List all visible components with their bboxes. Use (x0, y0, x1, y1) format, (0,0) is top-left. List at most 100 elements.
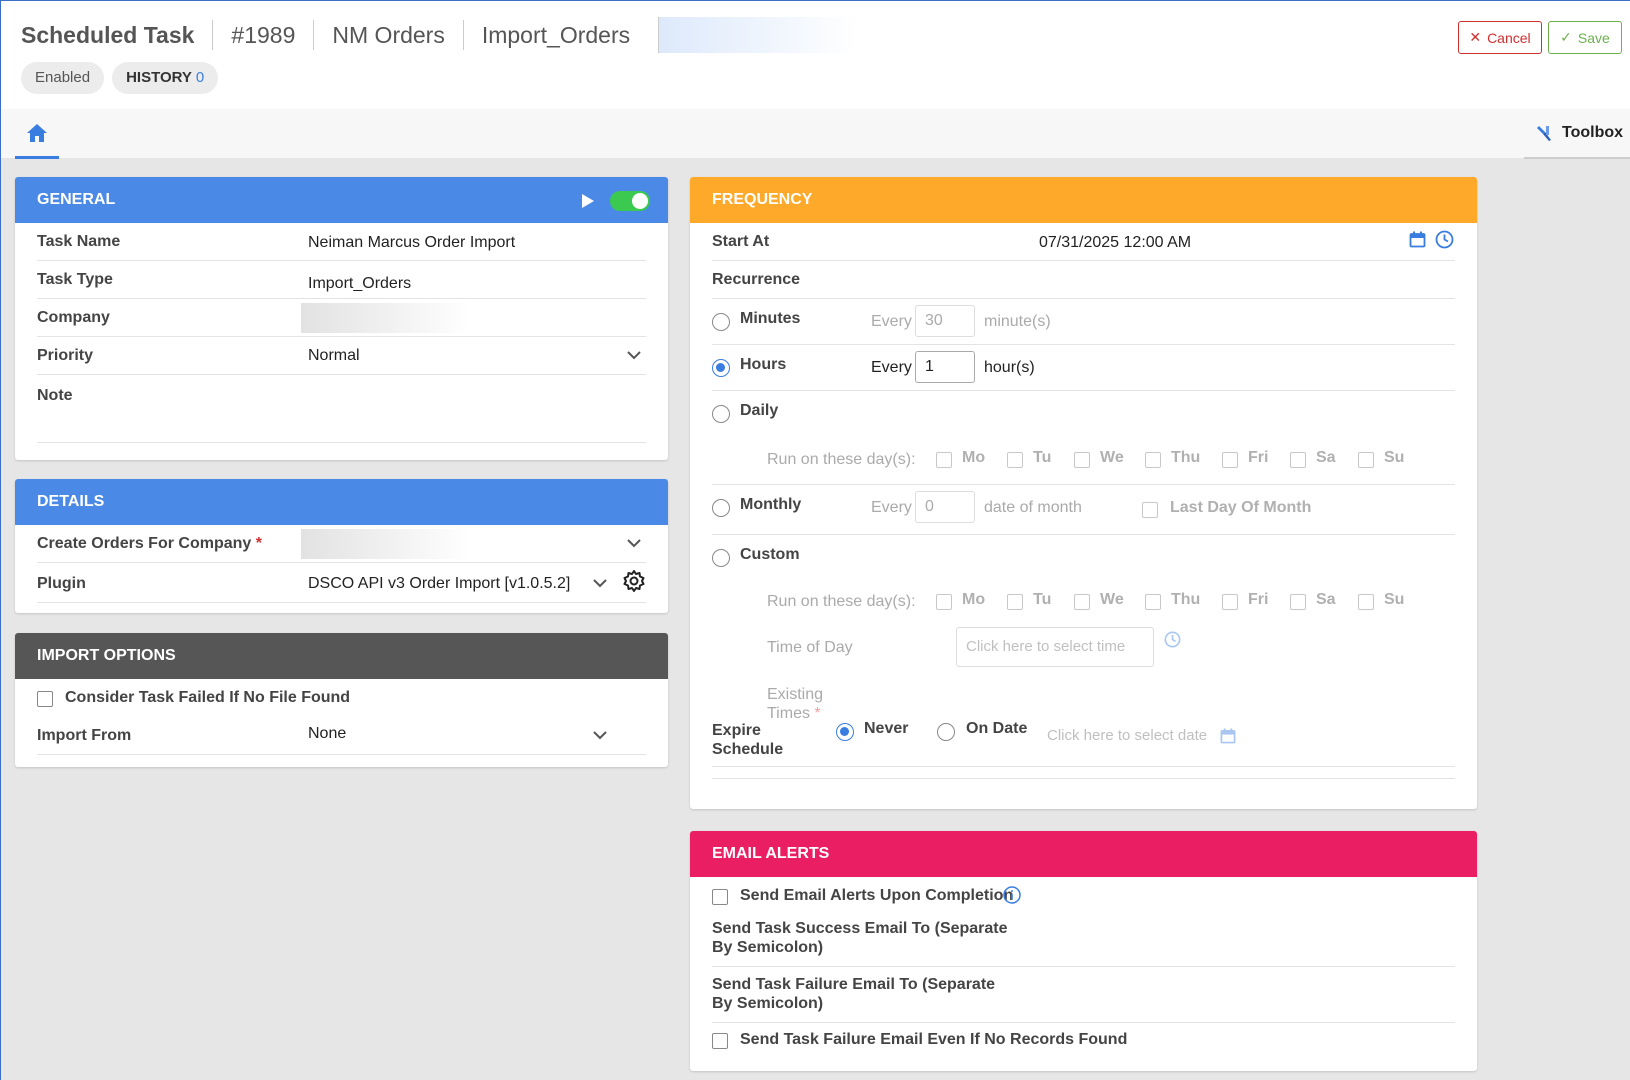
daily-day-checkbox-mo[interactable] (936, 452, 952, 468)
close-icon: ✕ (1469, 29, 1482, 45)
monthly-date-input[interactable]: 0 (915, 491, 975, 523)
custom-run-days-label: Run on these day(s): (767, 593, 916, 610)
custom-day-checkbox-mo[interactable] (936, 594, 952, 610)
time-of-day-input[interactable]: Click here to select time (956, 627, 1154, 667)
failure-even-if-none-label: Send Task Failure Email Even If No Recor… (740, 1031, 1128, 1048)
minutes-row: Minutes Every 30 minute(s) (712, 299, 1455, 345)
failure-email-label: Send Task Failure Email To (Separate By … (712, 976, 996, 1012)
custom-day-label-fri: Fri (1248, 591, 1269, 608)
minutes-interval-input[interactable]: 30 (915, 305, 975, 337)
play-icon[interactable] (581, 193, 595, 209)
frequency-title: FREQUENCY (712, 191, 813, 208)
time-of-day-label: Time of Day (767, 639, 853, 656)
expire-label: Expire Schedule (712, 722, 784, 758)
daily-day-checkbox-fri[interactable] (1222, 452, 1238, 468)
expire-date-input[interactable]: Click here to select date (1047, 727, 1207, 744)
toolbox-label: Toolbox (1562, 124, 1624, 141)
start-at-label: Start At (712, 233, 770, 250)
import-from-select[interactable]: None (308, 725, 346, 743)
minutes-label: Minutes (740, 310, 801, 327)
page-title: Scheduled Task (21, 21, 195, 48)
calendar-icon[interactable] (1409, 231, 1426, 248)
minutes-radio[interactable] (712, 313, 730, 331)
priority-label: Priority (37, 347, 94, 364)
custom-day-checkbox-tu[interactable] (1007, 594, 1023, 610)
custom-day-checkbox-sa[interactable] (1290, 594, 1306, 610)
hours-interval-input[interactable]: 1 (915, 351, 975, 383)
tab-bar: Toolbox (1, 109, 1630, 159)
task-name-label: Task Name (37, 233, 121, 250)
last-day-label: Last Day Of Month (1170, 499, 1312, 516)
send-on-completion-checkbox[interactable] (712, 889, 728, 905)
redacted-breadcrumb (658, 17, 859, 53)
daily-day-checkbox-tu[interactable] (1007, 452, 1023, 468)
chevron-down-icon[interactable] (593, 579, 607, 588)
expire-never-radio[interactable] (836, 723, 854, 741)
start-at-input[interactable]: 07/31/2025 12:00 AM (1039, 234, 1191, 252)
company-value-redacted (301, 303, 471, 333)
tab-home[interactable] (15, 109, 59, 159)
note-label: Note (37, 387, 73, 404)
expire-never-label: Never (864, 720, 909, 737)
plugin-label: Plugin (37, 575, 86, 592)
email-alerts-panel: EMAIL ALERTS Send Email Alerts Upon Comp… (690, 831, 1477, 1071)
custom-radio[interactable] (712, 549, 730, 567)
create-orders-row: Create Orders For Company * (37, 525, 646, 563)
daily-radio[interactable] (712, 405, 730, 423)
note-input[interactable] (301, 379, 627, 437)
success-email-input[interactable] (1042, 917, 1442, 961)
task-name-input[interactable]: Neiman Marcus Order Import (308, 234, 515, 252)
failure-even-if-none-checkbox[interactable] (712, 1033, 728, 1049)
failure-email-input[interactable] (1042, 973, 1442, 1017)
last-day-checkbox[interactable] (1142, 502, 1158, 518)
daily-day-label-sa: Sa (1316, 449, 1336, 466)
custom-day-checkbox-we[interactable] (1074, 594, 1090, 610)
daily-day-checkbox-su[interactable] (1358, 452, 1374, 468)
breadcrumb-task-type: Import_Orders (462, 20, 648, 50)
calendar-icon[interactable] (1220, 728, 1236, 744)
consider-failed-label: Consider Task Failed If No File Found (65, 689, 351, 706)
chevron-down-icon[interactable] (627, 351, 641, 360)
custom-day-checkbox-su[interactable] (1358, 594, 1374, 610)
daily-day-checkbox-we[interactable] (1074, 452, 1090, 468)
company-select-redacted[interactable] (301, 529, 471, 559)
daily-day-checkbox-thu[interactable] (1145, 452, 1161, 468)
required-asterisk: * (255, 535, 262, 552)
clock-icon[interactable] (1435, 230, 1454, 249)
daily-label: Daily (740, 402, 779, 419)
daily-day-checkbox-sa[interactable] (1290, 452, 1306, 468)
priority-select[interactable]: Normal (308, 347, 360, 365)
history-button[interactable]: HISTORY 0 (112, 62, 219, 94)
chevron-down-icon[interactable] (627, 539, 641, 548)
save-button[interactable]: ✓ Save (1548, 21, 1622, 54)
hours-row: Hours Every 1 hour(s) (712, 345, 1455, 391)
monthly-radio[interactable] (712, 499, 730, 517)
custom-day-checkbox-thu[interactable] (1145, 594, 1161, 610)
daily-day-label-fri: Fri (1248, 449, 1269, 466)
import-from-row: Import From None (37, 715, 646, 755)
history-count: 0 (195, 69, 205, 86)
consider-failed-checkbox[interactable] (37, 691, 53, 707)
enabled-toggle[interactable] (610, 191, 650, 211)
gear-icon[interactable] (622, 569, 646, 593)
details-title: DETAILS (37, 493, 105, 510)
cancel-button[interactable]: ✕ Cancel (1458, 21, 1542, 54)
create-orders-label-text: Create Orders For Company (37, 535, 252, 552)
recurrence-label: Recurrence (712, 271, 801, 288)
task-type-label: Task Type (37, 271, 113, 288)
import-options-panel: IMPORT OPTIONS Consider Task Failed If N… (15, 633, 668, 767)
save-label: Save (1577, 29, 1610, 46)
clock-icon[interactable] (1164, 631, 1181, 648)
toolbox-icon (1537, 126, 1551, 141)
info-icon[interactable] (1003, 886, 1021, 904)
hours-unit-label: hour(s) (984, 359, 1035, 376)
import-options-title: IMPORT OPTIONS (37, 647, 176, 664)
breadcrumb-task-id: #1989 (212, 20, 313, 50)
hours-radio[interactable] (712, 359, 730, 377)
chevron-down-icon[interactable] (593, 731, 607, 740)
plugin-select[interactable]: DSCO API v3 Order Import [v1.0.5.2] (308, 575, 570, 593)
custom-day-checkbox-fri[interactable] (1222, 594, 1238, 610)
send-on-completion-label: Send Email Alerts Upon Completion (740, 887, 1014, 904)
expire-on-date-radio[interactable] (937, 723, 955, 741)
toolbox-button[interactable]: Toolbox (1524, 109, 1630, 159)
